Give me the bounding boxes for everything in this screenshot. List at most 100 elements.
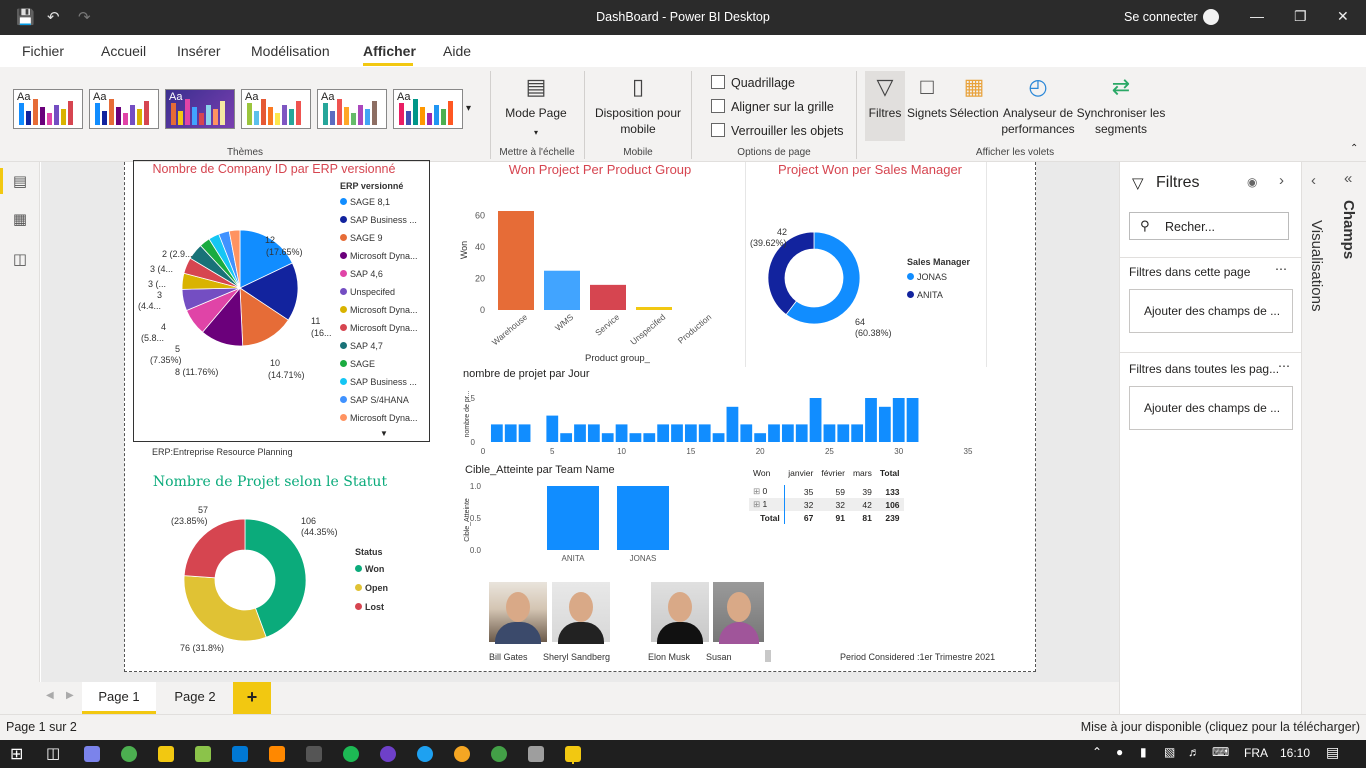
terminal-icon[interactable] <box>306 746 322 762</box>
theme-thumbnail[interactable]: Aa <box>165 89 235 129</box>
column-chart-days[interactable]: 05nombre de pr...0 5 10 15 20 25 30 35 <box>461 384 991 459</box>
table-row[interactable]: ⊞ 1 32 32 42 106 <box>749 498 904 511</box>
legend-item[interactable]: Microsoft Dyna... <box>340 323 418 333</box>
scrollbar[interactable] <box>765 650 771 662</box>
theme-thumbnail[interactable]: Aa <box>241 89 311 129</box>
legend-scroll-down-icon[interactable]: ▼ <box>380 429 388 438</box>
menu-accueil[interactable]: Accueil <box>101 43 146 59</box>
legend-item-open[interactable]: Open <box>355 583 388 593</box>
report-view-icon[interactable]: ▤ <box>10 172 30 192</box>
teams-icon[interactable] <box>84 746 100 762</box>
upwork-icon[interactable] <box>491 746 507 762</box>
mode-page-button[interactable]: ▤ Mode Page ▾ <box>505 73 567 141</box>
menu-inserer[interactable]: Insérer <box>177 43 221 59</box>
pie-chart-erp[interactable]: Nombre de Company ID par ERP versionné E… <box>133 160 430 442</box>
more-options-icon[interactable]: ⋯ <box>1278 359 1290 373</box>
legend-item-won[interactable]: Won <box>355 564 384 574</box>
language-indicator[interactable]: FRA <box>1244 746 1268 760</box>
legend-item[interactable]: SAGE 9 <box>340 233 383 243</box>
filters-pane-button[interactable]: ▽ Filtres <box>864 73 906 121</box>
matrix-table[interactable]: Won janvier février mars Total ⊞ 0 35 59 3… <box>749 466 904 524</box>
chrome-icon[interactable] <box>121 746 137 762</box>
model-view-icon[interactable]: ◫ <box>10 250 30 270</box>
legend-item[interactable]: Microsoft Dyna... <box>340 413 418 423</box>
menu-aide[interactable]: Aide <box>443 43 471 59</box>
more-options-icon[interactable]: ⋯ <box>1275 262 1287 276</box>
edge-icon[interactable] <box>417 746 433 762</box>
battery-icon[interactable]: ▮ <box>1140 745 1147 759</box>
filter-search-input[interactable]: ⚲ Recher... <box>1129 212 1289 240</box>
mail-icon[interactable] <box>232 746 248 762</box>
legend-item-lost[interactable]: Lost <box>355 602 384 612</box>
legend-item[interactable]: SAP Business ... <box>340 377 417 387</box>
legend-item[interactable]: SAGE <box>340 359 375 369</box>
minimize-icon[interactable]: — <box>1250 8 1264 24</box>
next-page-icon[interactable]: ▶ <box>66 690 74 701</box>
update-available-link[interactable]: Mise à jour disponible (cliquez pour la … <box>1081 720 1360 734</box>
legend-item-jonas[interactable]: JONAS <box>907 272 947 282</box>
tab-page-2[interactable]: Page 2 <box>158 682 232 714</box>
task-view-icon[interactable]: ◫ <box>46 744 60 762</box>
add-fields-this-page[interactable]: Ajouter des champs de ... <box>1129 289 1293 333</box>
visualizations-tab[interactable]: Visualisations <box>1308 220 1325 311</box>
menu-afficher[interactable]: Afficher <box>363 43 416 59</box>
legend-item[interactable]: Unspecifed <box>340 287 395 297</box>
data-view-icon[interactable]: ▦ <box>10 210 30 230</box>
legend-item[interactable]: Microsoft Dyna... <box>340 251 418 261</box>
eye-icon[interactable]: ◉ <box>1247 175 1257 189</box>
explorer-icon[interactable] <box>158 746 174 762</box>
avatar[interactable] <box>1203 9 1219 25</box>
theme-thumbnail[interactable]: Aa <box>317 89 387 129</box>
legend-item[interactable]: SAP 4,6 <box>340 269 383 279</box>
legend-item[interactable]: SAP S/4HANA <box>340 395 409 405</box>
legend-item[interactable]: SAP 4,7 <box>340 341 383 351</box>
legend-item-anita[interactable]: ANITA <box>907 290 943 300</box>
signin-link[interactable]: Se connecter <box>1124 10 1198 24</box>
theme-thumbnail[interactable]: Aa <box>13 89 83 129</box>
chevron-left-icon[interactable]: ‹ <box>1311 172 1316 189</box>
legend-item[interactable]: Microsoft Dyna... <box>340 305 418 315</box>
table-row[interactable]: ⊞ 0 35 59 39 133 <box>749 485 904 498</box>
volume-icon[interactable]: ♬ <box>1188 745 1200 759</box>
sync-slicers-button[interactable]: ⇄ Synchroniser les segments <box>1076 73 1166 137</box>
double-chevron-left-icon[interactable]: « <box>1344 170 1352 187</box>
selection-pane-button[interactable]: ▦ Sélection <box>948 73 1000 121</box>
lock-objects-checkbox[interactable]: Verrouiller les objets <box>711 123 844 138</box>
microphone-icon[interactable]: ● <box>1116 745 1123 759</box>
themes-more-icon[interactable]: ▾ <box>466 103 471 114</box>
legend-item[interactable]: SAP Business ... <box>340 215 417 225</box>
app-icon[interactable] <box>454 746 470 762</box>
close-icon[interactable]: ✕ <box>1337 8 1349 25</box>
keyboard-icon[interactable]: ⌨ <box>1212 745 1229 759</box>
theme-thumbnail[interactable]: Aa <box>393 89 463 129</box>
fields-tab[interactable]: Champs <box>1340 200 1357 259</box>
notifications-icon[interactable]: ▤ <box>1326 744 1339 761</box>
network-icon[interactable]: ▧ <box>1164 745 1175 759</box>
bar-chart-product-group[interactable]: 0 20 40 60 Won Warehouse WMS Service Unspecifed P… <box>455 180 745 365</box>
snap-to-grid-checkbox[interactable]: Aligner sur la grille <box>711 99 834 114</box>
add-page-button[interactable]: + <box>233 682 271 714</box>
clock[interactable]: 16:10 <box>1280 746 1310 760</box>
menu-modelisation[interactable]: Modélisation <box>251 43 330 59</box>
windows-start-icon[interactable]: ⊞ <box>10 744 23 764</box>
gridlines-checkbox[interactable]: Quadrillage <box>711 75 795 90</box>
bookmarks-pane-button[interactable]: □ Signets <box>905 73 949 121</box>
tab-page-1[interactable]: Page 1 <box>82 682 156 714</box>
tray-chevron-icon[interactable]: ⌃ <box>1092 745 1102 759</box>
github-icon[interactable] <box>380 746 396 762</box>
spotify-icon[interactable] <box>343 746 359 762</box>
theme-thumbnail[interactable]: Aa <box>89 89 159 129</box>
powerbi-icon[interactable] <box>565 746 581 762</box>
prev-page-icon[interactable]: ◀ <box>46 690 54 701</box>
donut-chart-status[interactable] <box>175 510 315 650</box>
add-fields-all-pages[interactable]: Ajouter des champs de ... <box>1129 386 1293 430</box>
chevron-right-icon[interactable]: › <box>1279 172 1284 189</box>
maximize-icon[interactable]: ❐ <box>1294 8 1307 25</box>
menu-fichier[interactable]: Fichier <box>22 43 64 59</box>
legend-item[interactable]: SAGE 8,1 <box>340 197 390 207</box>
notepad-icon[interactable] <box>195 746 211 762</box>
mobile-layout-button[interactable]: ▯ Disposition pour mobile <box>592 73 684 137</box>
vlc-icon[interactable] <box>269 746 285 762</box>
collapse-ribbon-icon[interactable]: ⌃ <box>1350 143 1358 154</box>
bar-chart-target[interactable]: 0.0 0.5 1.0 Cible_Atteinte ANITA JONAS <box>461 480 711 565</box>
